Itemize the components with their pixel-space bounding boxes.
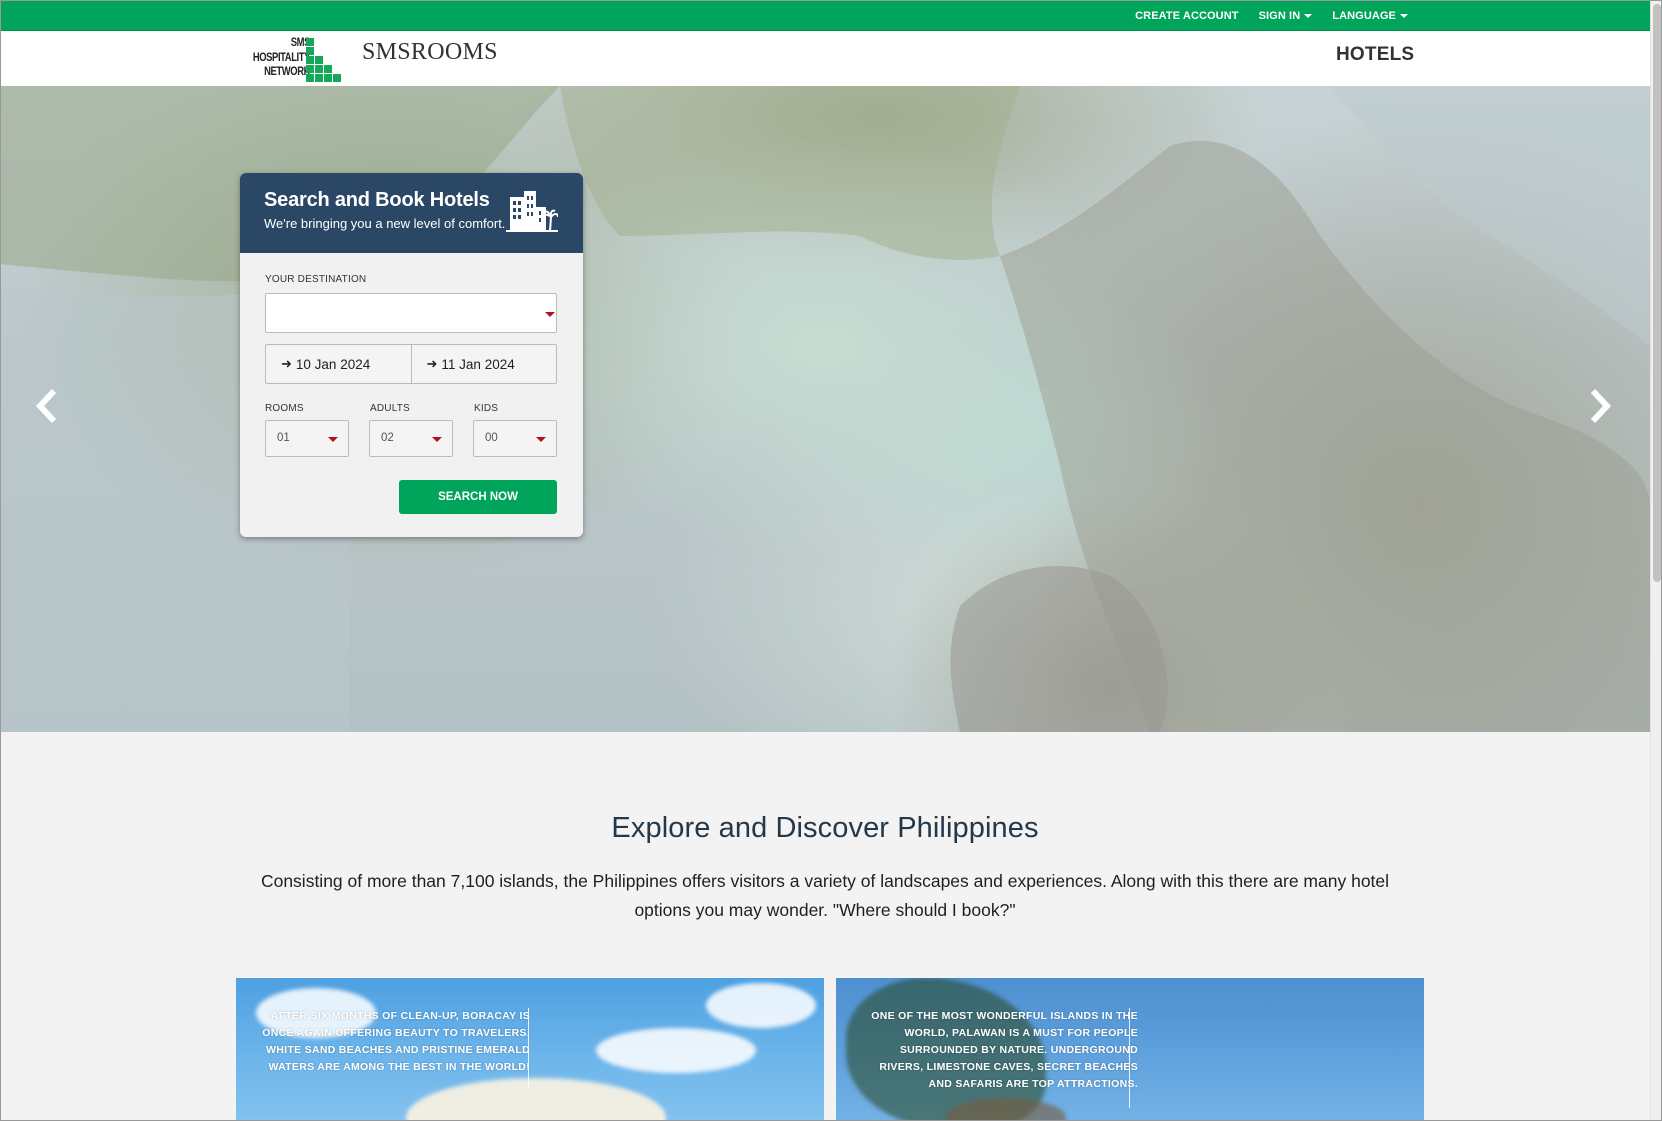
language-label: LANGUAGE	[1332, 9, 1396, 22]
chevron-right-icon	[1590, 388, 1612, 424]
sign-in-dropdown[interactable]: SIGN IN	[1259, 10, 1313, 22]
explore-title: Explore and Discover Philippines	[611, 812, 1039, 844]
cloud-shape	[596, 1028, 756, 1073]
arrow-right-icon: ➜	[281, 356, 292, 371]
carousel-prev-button[interactable]	[32, 388, 62, 424]
logo-text: SMS HOSPITALITY NETWORK	[252, 37, 311, 78]
rooms-value: 01	[277, 432, 290, 444]
rooms-select[interactable]: 01	[265, 420, 349, 457]
caret-down-icon	[545, 312, 555, 317]
sms-hospitality-logo[interactable]: SMS HOSPITALITY NETWORK	[238, 36, 352, 84]
panel-title: Search and Book Hotels	[264, 189, 490, 211]
checkout-date-field[interactable]: ➜ 11 Jan 2024	[410, 345, 557, 383]
page-scrollbar[interactable]	[1650, 0, 1662, 1121]
hotel-building-icon	[506, 191, 558, 232]
caret-down-icon	[432, 437, 442, 442]
kids-value: 00	[485, 432, 498, 444]
caret-down-icon	[328, 437, 338, 442]
arrow-right-icon: ➜	[426, 356, 438, 371]
card-divider	[1129, 1008, 1130, 1108]
checkin-date-field[interactable]: ➜ 10 Jan 2024	[266, 345, 411, 383]
create-account-link[interactable]: CREATE ACCOUNT	[1135, 10, 1238, 22]
top-bar-links: CREATE ACCOUNT SIGN IN LANGUAGE	[1135, 0, 1408, 31]
scrollbar-thumb[interactable]	[1653, 4, 1661, 582]
brand-name[interactable]: SMSROOMS	[362, 39, 498, 66]
adults-value: 02	[381, 432, 394, 444]
caret-down-icon	[1400, 13, 1408, 18]
destination-card-palawan[interactable]: ONE OF THE MOST WONDERFUL ISLANDS IN THE…	[836, 978, 1424, 1121]
destination-card-boracay[interactable]: AFTER SIX MONTHS OF CLEAN-UP, BORACAY IS…	[236, 978, 824, 1121]
language-dropdown[interactable]: LANGUAGE	[1332, 10, 1408, 22]
umbrella-shape	[406, 1078, 666, 1121]
panel-subtitle: We're bringing you a new level of comfor…	[264, 216, 506, 231]
panel-header: Search and Book Hotels We're bringing yo…	[240, 173, 583, 253]
kids-select[interactable]: 00	[473, 420, 557, 457]
top-bar: CREATE ACCOUNT SIGN IN LANGUAGE	[0, 0, 1650, 31]
kids-label: KIDS	[474, 403, 499, 414]
card-palawan-text: ONE OF THE MOST WONDERFUL ISLANDS IN THE…	[871, 1010, 1138, 1090]
search-now-button[interactable]: SEARCH NOW	[399, 480, 557, 514]
sign-in-label: SIGN IN	[1258, 9, 1301, 22]
date-range: ➜ 10 Jan 2024 ➜ 11 Jan 2024	[265, 344, 557, 384]
destination-select[interactable]	[265, 293, 557, 333]
chevron-left-icon	[35, 388, 57, 424]
caret-down-icon	[536, 437, 546, 442]
card-divider	[528, 1008, 529, 1088]
checkin-date-value: 10 Jan 2024	[295, 356, 371, 372]
cloud-shape	[706, 983, 816, 1028]
caret-down-icon	[1304, 13, 1313, 18]
nav-hotels-link[interactable]: HOTELS	[1336, 44, 1414, 66]
adults-select[interactable]: 02	[369, 420, 453, 457]
card-boracay-text: AFTER SIX MONTHS OF CLEAN-UP, BORACAY IS…	[262, 1010, 530, 1073]
hotel-search-panel: Search and Book Hotels We're bringing yo…	[240, 173, 583, 537]
checkout-date-value: 11 Jan 2024	[441, 356, 515, 372]
carousel-next-button[interactable]	[1585, 388, 1615, 424]
site-header: SMS HOSPITALITY NETWORK SMSROOMS HOTELS	[0, 31, 1650, 86]
destination-label: YOUR DESTINATION	[265, 274, 367, 285]
explore-description: Consisting of more than 7,100 islands, t…	[260, 871, 1390, 920]
rooms-label: ROOMS	[265, 403, 304, 414]
adults-label: ADULTS	[370, 403, 410, 414]
